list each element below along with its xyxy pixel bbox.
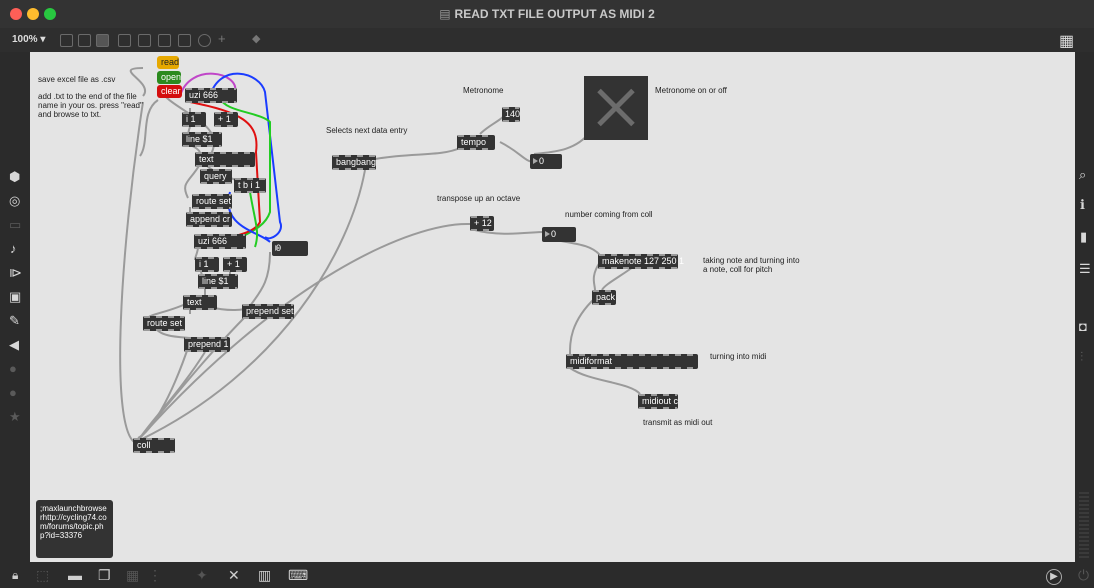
grid-view-icon[interactable]: ▦ (1059, 31, 1074, 51)
metronome-onoff-comment: Metronome on or off (655, 86, 727, 95)
debug-icon[interactable]: ✦ (196, 567, 208, 584)
line-object-2[interactable]: line $1 (198, 274, 238, 289)
dial-icon[interactable] (198, 34, 211, 47)
left-sidebar: ⬢ ◎ ▭ ♪ ⧐ ▣ ✎ ◀ ● ● ★ (0, 52, 30, 562)
coll-object[interactable]: coll (133, 438, 175, 453)
button-icon[interactable] (118, 34, 131, 47)
piano-icon[interactable]: ▥ (258, 567, 271, 584)
clear-message[interactable]: clear (157, 85, 182, 98)
keyboard-icon[interactable]: ⌨ (288, 567, 308, 584)
transpose-comment: transpose up an octave (437, 194, 521, 203)
target-icon[interactable]: ◎ (9, 194, 20, 208)
window-title: ▤ READ TXT FILE OUTPUT AS MIDI 2 (439, 7, 655, 21)
route-set-object-1[interactable]: route set (192, 194, 232, 209)
document-icon: ▤ (439, 7, 451, 21)
metronome-toggle[interactable] (584, 76, 648, 140)
makenote-object[interactable]: makenote 127 250 1 (598, 254, 684, 269)
transmit-comment: transmit as midi out (643, 418, 713, 427)
midiout-object[interactable]: midiout c (638, 394, 678, 409)
slider-icon[interactable] (178, 34, 191, 47)
book-icon[interactable]: ▮ (1080, 230, 1087, 244)
circle-icon[interactable]: ● (9, 362, 17, 376)
tempo-object[interactable]: tempo (457, 135, 495, 150)
plus-12-object[interactable]: + 12 (470, 216, 494, 231)
zoom-menu[interactable]: 100% ▾ (12, 34, 45, 45)
image-icon[interactable]: ▣ (9, 290, 21, 304)
uzi-object-2[interactable]: uzi 666 (194, 234, 246, 249)
grid-icon[interactable]: ▦ (126, 567, 139, 584)
text-object-1[interactable]: text (195, 152, 255, 167)
number-icon[interactable] (158, 34, 171, 47)
star-icon[interactable]: ★ (9, 410, 21, 424)
open-message[interactable]: open (157, 71, 181, 84)
line-object-1[interactable]: line $1 (182, 132, 222, 147)
rect-icon[interactable]: ▭ (9, 218, 21, 232)
presentation-mode-icon[interactable] (60, 34, 73, 47)
info-icon[interactable]: ℹ (1080, 198, 1085, 212)
clip-icon[interactable]: ✎ (9, 314, 20, 328)
metronome-comment: Metronome (463, 86, 504, 95)
query-object[interactable]: query (200, 169, 232, 184)
append-cr-object[interactable]: append cr (186, 212, 232, 227)
number-coll-comment: number coming from coll (565, 210, 653, 219)
tbi-object[interactable]: t b i 1 (234, 178, 266, 193)
number-box-zero[interactable]: 0 (272, 241, 308, 256)
comment-icon[interactable] (96, 34, 109, 47)
camera-icon[interactable]: ◘ (1079, 320, 1087, 334)
route-set-object-2[interactable]: route set (143, 316, 185, 331)
text-object-2[interactable]: text (183, 295, 217, 310)
music-icon[interactable]: ♪ (10, 242, 17, 256)
pack-object[interactable]: pack (592, 290, 616, 305)
windows-icon[interactable]: ❐ (98, 567, 111, 584)
toggle-icon[interactable] (138, 34, 151, 47)
csv-comment: save excel file as .csv (38, 75, 116, 84)
prepend-set-object[interactable]: prepend set (242, 304, 294, 319)
search-icon[interactable]: ⌕ (1079, 168, 1086, 182)
mixer-icon[interactable]: ⫶ (1080, 350, 1083, 364)
package-icon[interactable]: ⬢ (9, 170, 20, 184)
power-icon[interactable]: ⏻ (1078, 567, 1089, 584)
coll-number-box[interactable]: 0 (542, 227, 576, 242)
bangbang-object[interactable]: bangbang (332, 155, 376, 170)
plus-object-1[interactable]: + 1 (214, 112, 238, 127)
title-bar: ▤ READ TXT FILE OUTPUT AS MIDI 2 (0, 0, 1094, 29)
uzi-object-1[interactable]: uzi 666 (185, 88, 237, 103)
i-object-2[interactable]: i 1 (195, 257, 219, 272)
bracket-icon[interactable]: ⧐ (9, 266, 22, 280)
read-message[interactable]: read (157, 56, 179, 69)
prepend-1-object[interactable]: prepend 1 (184, 337, 230, 352)
midiformat-object[interactable]: midiformat (566, 354, 698, 369)
back-icon[interactable]: ◀ (9, 338, 19, 352)
plus-object-2[interactable]: + 1 (223, 257, 247, 272)
tempo-out-number-box[interactable]: 0 (530, 154, 562, 169)
taking-note-comment: taking note and turning into a note, col… (703, 256, 800, 274)
add-object-icon[interactable]: + (218, 31, 229, 46)
select-icon[interactable]: ⬚ (36, 567, 49, 584)
launch-browser-message[interactable]: ; max launchbrowser http://cycling74.com… (36, 500, 113, 558)
tempo-number-box[interactable]: 140 (502, 107, 520, 122)
selects-comment: Selects next data entry (326, 126, 408, 135)
toolbar: 100% ▾ + ◆ ▦ (0, 28, 1094, 52)
bottom-bar: 🔒︎ ⬚ ▬ ❐ ▦ ⋮ ✦ ✕ ▥ ⌨ ▶ ⏻ (0, 562, 1094, 588)
align-icon[interactable]: ⋮ (148, 567, 162, 584)
circle2-icon[interactable]: ● (9, 386, 17, 400)
patcher-canvas[interactable]: read open clear save excel file as .csv … (30, 52, 1075, 562)
list-icon[interactable]: ☰ (1079, 262, 1091, 276)
lock-icon[interactable]: 🔒︎ (12, 568, 18, 583)
patching-mode-icon[interactable] (78, 34, 91, 47)
i-object-1[interactable]: i 1 (182, 112, 206, 127)
level-meter (1079, 492, 1089, 558)
play-icon[interactable]: ▶ (1046, 569, 1062, 585)
right-sidebar: ⌕ ℹ ▮ ☰ ◘ ⫶ (1075, 52, 1094, 562)
fill-icon[interactable]: ◆ (252, 32, 263, 45)
instructions-comment: add .txt to the end of the file name in … (38, 92, 143, 119)
wrench-icon[interactable]: ✕ (228, 567, 240, 584)
midi-comment: turning into midi (710, 352, 767, 361)
presentation-icon[interactable]: ▬ (68, 567, 82, 583)
